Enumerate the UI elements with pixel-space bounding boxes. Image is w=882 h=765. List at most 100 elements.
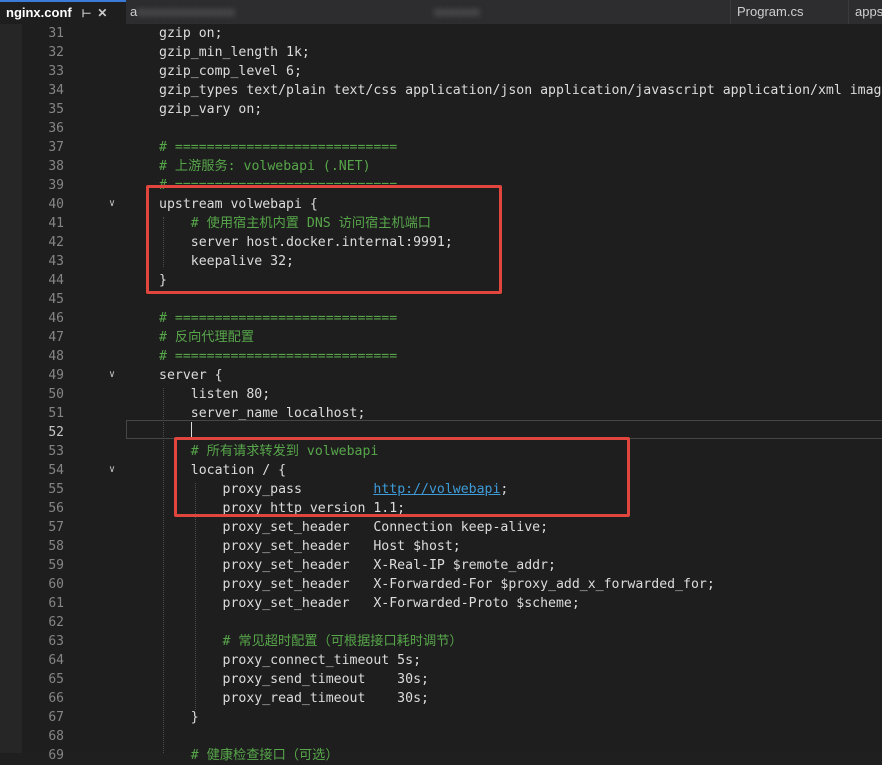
code-line[interactable]: 31 gzip on;: [0, 24, 882, 43]
code-line[interactable]: 34 gzip_types text/plain text/css applica…: [0, 81, 882, 100]
code-content: gzip_types text/plain text/css applicati…: [159, 83, 882, 98]
code-content: proxy_set_header X-Forwarded-Proto $sche…: [159, 596, 580, 611]
code-text: proxy_set_header Host $host;: [159, 537, 461, 556]
line-number: 33: [48, 64, 64, 79]
code-text: gzip_types text/plain text/css applicati…: [159, 81, 882, 100]
chevron-down-icon[interactable]: ∨: [106, 464, 118, 476]
code-line[interactable]: 48 # ============================: [0, 347, 882, 366]
line-number: 53: [48, 444, 64, 459]
code-content: # 健康检查接口（可选）: [159, 748, 339, 763]
line-number: 44: [48, 273, 64, 288]
line-number: 66: [48, 691, 64, 706]
code-text: proxy_set_header X-Forwarded-Proto $sche…: [159, 594, 580, 613]
line-number: 59: [48, 558, 64, 573]
line-number: 64: [48, 653, 64, 668]
code-content: proxy_connect_timeout 5s;: [159, 653, 422, 668]
code-line[interactable]: 37 # ============================: [0, 138, 882, 157]
line-number: 65: [48, 672, 64, 687]
code-line[interactable]: 32 gzip_min_length 1k;: [0, 43, 882, 62]
code-line[interactable]: 61 proxy_set_header X-Forwarded-Proto $s…: [0, 594, 882, 613]
line-number: 36: [48, 121, 64, 136]
code-line[interactable]: 63 # 常见超时配置（可根据接口耗时调节）: [0, 632, 882, 651]
code-content: # 上游服务: volwebapi (.NET): [159, 159, 371, 174]
highlight-box-location: [174, 437, 630, 517]
line-number: 37: [48, 140, 64, 155]
line-number: 52: [48, 425, 64, 440]
code-content: # ============================: [159, 349, 398, 364]
line-number: 61: [48, 596, 64, 611]
code-line[interactable]: 64 proxy_connect_timeout 5s;: [0, 651, 882, 670]
code-line[interactable]: 67 }: [0, 708, 882, 727]
code-text: gzip_comp_level 6;: [159, 62, 302, 81]
code-line[interactable]: 68: [0, 727, 882, 746]
line-number: 63: [48, 634, 64, 649]
chevron-down-icon[interactable]: ∨: [106, 369, 118, 381]
code-line[interactable]: 33 gzip_comp_level 6;: [0, 62, 882, 81]
code-line[interactable]: 38 # 上游服务: volwebapi (.NET): [0, 157, 882, 176]
tab-blurred-2[interactable]: xxxxxxx: [430, 0, 730, 24]
line-number: 69: [48, 748, 64, 763]
code-text: proxy_set_header Connection keep-alive;: [159, 518, 549, 537]
line-number: 51: [48, 406, 64, 421]
code-line[interactable]: 57 proxy_set_header Connection keep-aliv…: [0, 518, 882, 537]
tab-apps[interactable]: apps: [848, 0, 882, 24]
code-content: gzip_min_length 1k;: [159, 45, 310, 60]
tab-label: apps: [855, 4, 882, 19]
text-caret: [191, 422, 192, 437]
code-content: proxy_read_timeout 30s;: [159, 691, 429, 706]
close-icon[interactable]: ✕: [97, 2, 107, 24]
pin-icon[interactable]: ⊢: [82, 3, 92, 24]
tab-program-cs[interactable]: Program.cs: [730, 0, 851, 24]
tab-nginx-conf[interactable]: nginx.conf ⊢ ✕: [0, 0, 126, 24]
code-comment: # 常见超时配置（可根据接口耗时调节）: [159, 632, 463, 651]
code-content: proxy_set_header Connection keep-alive;: [159, 520, 549, 535]
line-number: 41: [48, 216, 64, 231]
line-number: 39: [48, 178, 64, 193]
code-line[interactable]: 66 proxy_read_timeout 30s;: [0, 689, 882, 708]
indent-guide: [163, 388, 164, 753]
line-number: 57: [48, 520, 64, 535]
code-line[interactable]: 35 gzip_vary on;: [0, 100, 882, 119]
highlight-box-upstream: [146, 185, 502, 294]
code-content: proxy_set_header X-Forwarded-For $proxy_…: [159, 577, 715, 592]
code-text: server {: [159, 366, 223, 385]
code-line[interactable]: 50 listen 80;: [0, 385, 882, 404]
code-line[interactable]: 65 proxy_send_timeout 30s;: [0, 670, 882, 689]
code-line[interactable]: 46 # ============================: [0, 309, 882, 328]
code-editor[interactable]: 31 gzip on; 32 gzip_min_length 1k; 33 gzip_co…: [0, 24, 882, 763]
line-number: 48: [48, 349, 64, 364]
line-number: 40: [48, 197, 64, 212]
line-number: 60: [48, 577, 64, 592]
code-line[interactable]: 49 ∨ server {: [0, 366, 882, 385]
code-comment: # ============================: [159, 138, 397, 157]
code-content: gzip_vary on;: [159, 102, 263, 117]
code-text: proxy_connect_timeout 5s;: [159, 651, 422, 670]
line-number: 31: [48, 26, 64, 41]
line-number: 45: [48, 292, 64, 307]
line-number: 32: [48, 45, 64, 60]
code-line[interactable]: 59 proxy_set_header X-Real-IP $remote_ad…: [0, 556, 882, 575]
code-comment: # ============================: [159, 309, 397, 328]
code-content: server_name localhost;: [159, 406, 366, 421]
line-number: 58: [48, 539, 64, 554]
code-line[interactable]: 69 # 健康检查接口（可选）: [0, 746, 882, 765]
code-text: proxy_read_timeout 30s;: [159, 689, 429, 708]
code-content: gzip_comp_level 6;: [159, 64, 302, 79]
code-line[interactable]: 47 # 反向代理配置: [0, 328, 882, 347]
code-content: listen 80;: [159, 387, 271, 402]
line-number: 43: [48, 254, 64, 269]
code-line[interactable]: 62: [0, 613, 882, 632]
code-line[interactable]: 58 proxy_set_header Host $host;: [0, 537, 882, 556]
chevron-down-icon[interactable]: ∨: [106, 198, 118, 210]
code-content: # ============================: [159, 311, 398, 326]
code-text: gzip on;: [159, 24, 223, 43]
line-number: 42: [48, 235, 64, 250]
tab-blurred-1[interactable]: axxxxxxxxxxxxxxx: [126, 0, 430, 24]
line-number: 62: [48, 615, 64, 630]
line-number: 38: [48, 159, 64, 174]
line-number: 68: [48, 729, 64, 744]
code-line[interactable]: 36: [0, 119, 882, 138]
code-text: }: [159, 708, 199, 727]
code-line[interactable]: 60 proxy_set_header X-Forwarded-For $pro…: [0, 575, 882, 594]
indent-guide: [195, 483, 196, 710]
